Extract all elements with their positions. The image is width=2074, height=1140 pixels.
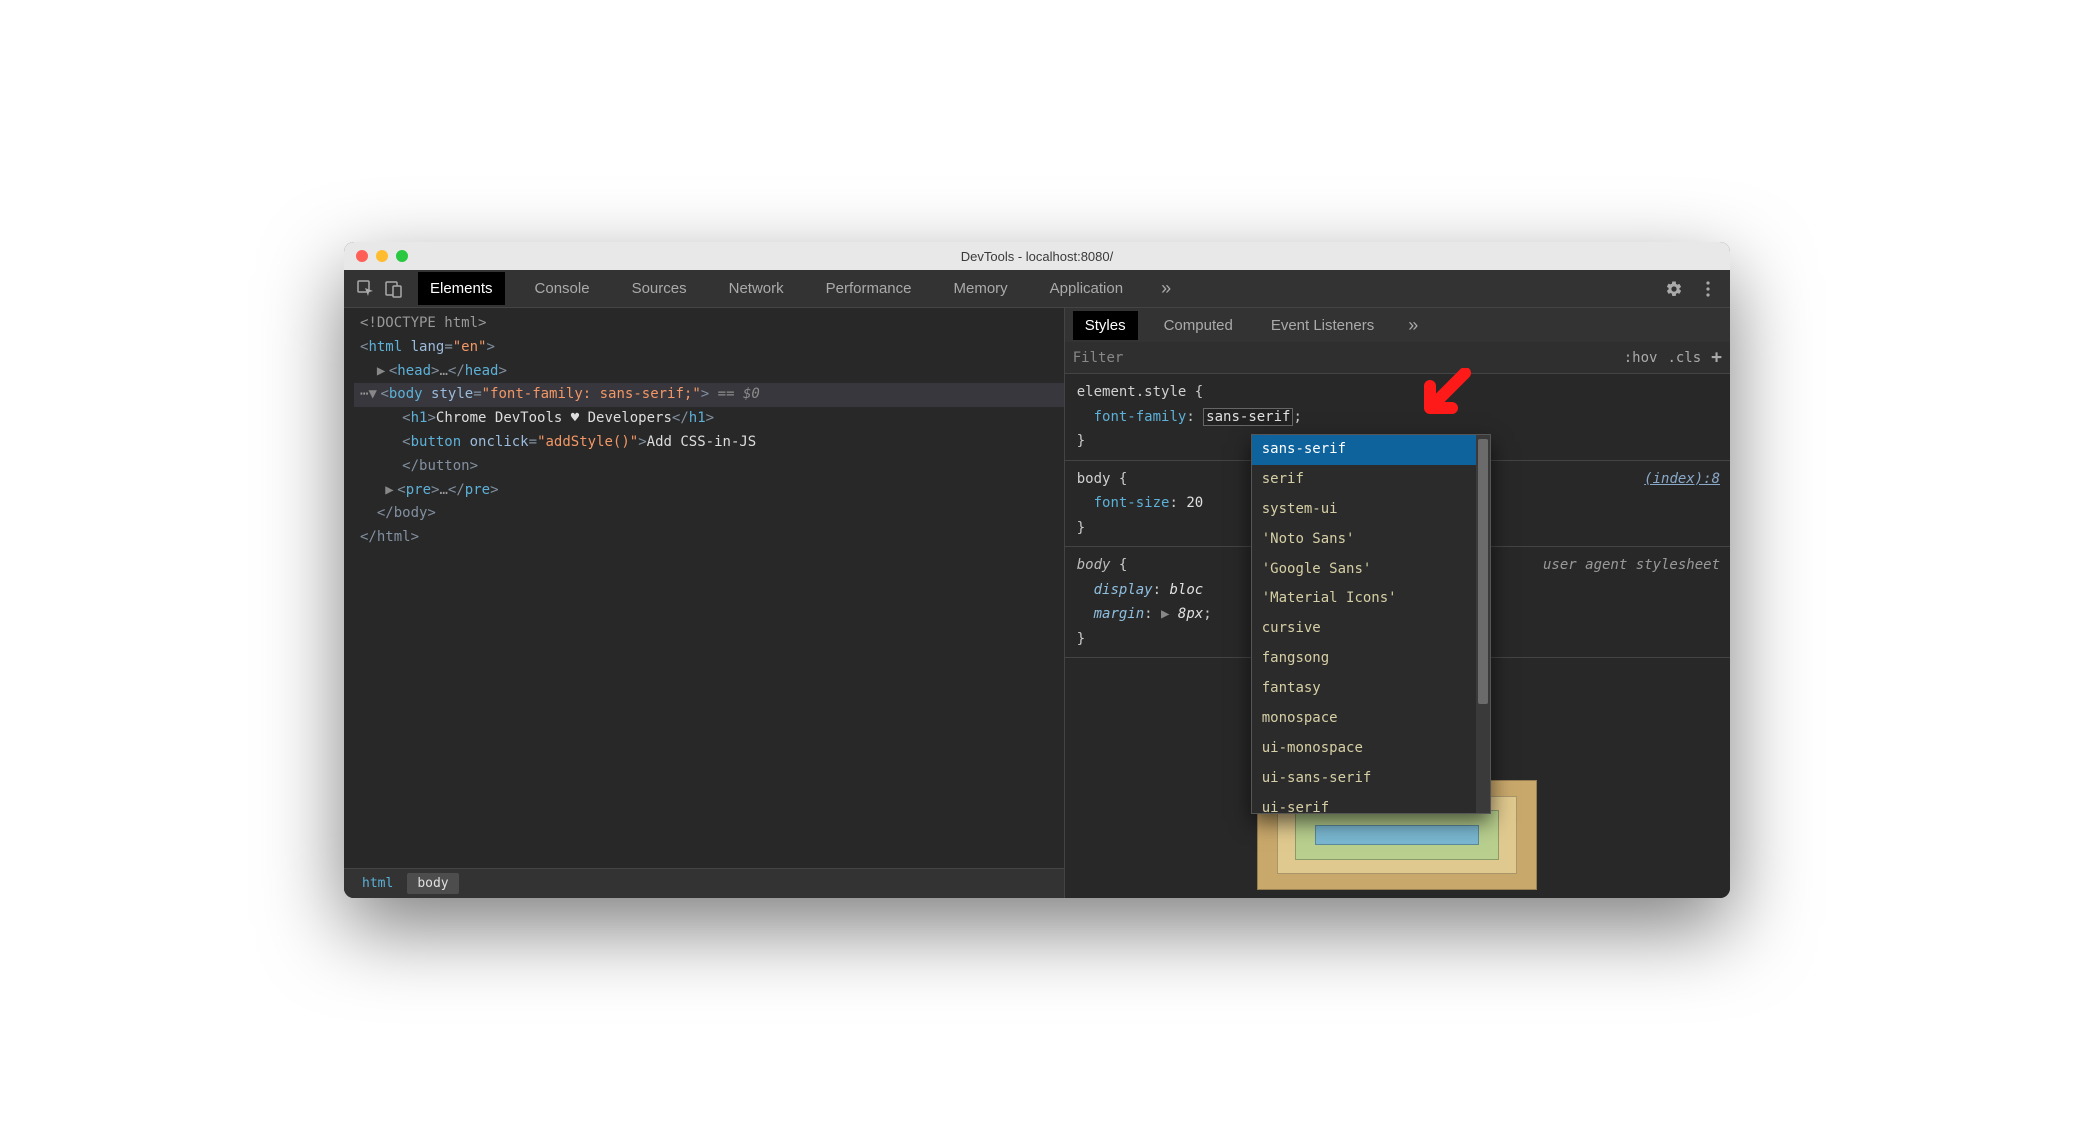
tab-network[interactable]: Network — [717, 272, 796, 305]
titlebar: DevTools - localhost:8080/ — [344, 242, 1730, 270]
styles-tabbar: Styles Computed Event Listeners » — [1065, 308, 1730, 342]
autocomplete-item[interactable]: cursive — [1252, 614, 1476, 644]
rule-selector: body — [1077, 557, 1111, 573]
autocomplete-item[interactable]: fangsong — [1252, 644, 1476, 674]
breadcrumb-body[interactable]: body — [407, 873, 458, 894]
css-prop-margin[interactable]: margin — [1094, 606, 1145, 622]
dom-tree[interactable]: <!DOCTYPE html> <html lang="en"> ▶<head>… — [344, 308, 1064, 868]
css-value[interactable]: 20 — [1186, 495, 1203, 511]
subtab-styles[interactable]: Styles — [1073, 311, 1138, 340]
dom-button-close[interactable]: </button> — [354, 455, 1064, 479]
css-prop-display[interactable]: display — [1094, 582, 1153, 598]
autocomplete-item[interactable]: sans-serif — [1252, 435, 1476, 465]
rule-selector[interactable]: element.style — [1077, 384, 1187, 400]
dom-pre[interactable]: ▶<pre>…</pre> — [354, 479, 1064, 503]
window-title: DevTools - localhost:8080/ — [344, 249, 1730, 264]
main-tabbar: Elements Console Sources Network Perform… — [344, 270, 1730, 308]
css-value-editing[interactable]: sans-serif — [1203, 408, 1293, 426]
css-prop-font-family[interactable]: font-family — [1094, 409, 1187, 425]
dom-head[interactable]: ▶<head>…</head> — [354, 360, 1064, 384]
tab-application[interactable]: Application — [1038, 272, 1135, 305]
breadcrumb-html[interactable]: html — [352, 873, 403, 894]
styles-panel: Styles Computed Event Listeners » :hov .… — [1065, 308, 1730, 898]
autocomplete-item[interactable]: 'Material Icons' — [1252, 584, 1476, 614]
dom-html-open[interactable]: <html lang="en"> — [354, 336, 1064, 360]
tab-elements[interactable]: Elements — [418, 272, 505, 305]
elements-panel: <!DOCTYPE html> <html lang="en"> ▶<head>… — [344, 308, 1065, 898]
new-rule-button[interactable]: + — [1711, 347, 1722, 368]
autocomplete-item[interactable]: ui-monospace — [1252, 734, 1476, 764]
tab-console[interactable]: Console — [523, 272, 602, 305]
css-value[interactable]: 8px — [1178, 606, 1203, 622]
subtab-event-listeners[interactable]: Event Listeners — [1259, 311, 1386, 340]
dom-button-open[interactable]: <button onclick="addStyle()">Add CSS-in-… — [354, 431, 1064, 455]
rule-source-link[interactable]: (index):8 — [1644, 467, 1720, 492]
autocomplete-item[interactable]: system-ui — [1252, 495, 1476, 525]
autocomplete-item[interactable]: monospace — [1252, 704, 1476, 734]
dom-h1[interactable]: <h1>Chrome DevTools ♥ Developers</h1> — [354, 407, 1064, 431]
cls-toggle[interactable]: .cls — [1667, 350, 1701, 366]
hov-toggle[interactable]: :hov — [1624, 350, 1658, 366]
inspect-element-icon[interactable] — [352, 275, 380, 303]
autocomplete-popup: sans-serif serif system-ui 'Noto Sans' '… — [1251, 434, 1491, 814]
settings-gear-icon[interactable] — [1660, 275, 1688, 303]
autocomplete-item[interactable]: 'Google Sans' — [1252, 555, 1476, 585]
main-tabs: Elements Console Sources Network Perform… — [418, 272, 1660, 305]
subtab-more-icon[interactable]: » — [1400, 311, 1426, 340]
content-area: <!DOCTYPE html> <html lang="en"> ▶<head>… — [344, 308, 1730, 898]
dom-body-open[interactable]: ⋯▼<body style="font-family: sans-serif;"… — [354, 383, 1064, 407]
css-value[interactable]: bloc — [1169, 582, 1203, 598]
autocomplete-item[interactable]: 'Noto Sans' — [1252, 525, 1476, 555]
dom-body-close[interactable]: </body> — [354, 502, 1064, 526]
tab-sources[interactable]: Sources — [620, 272, 699, 305]
rule-selector[interactable]: body — [1077, 471, 1111, 487]
more-tabs-icon[interactable]: » — [1153, 274, 1179, 303]
css-prop-font-size[interactable]: font-size — [1094, 495, 1170, 511]
dom-html-close[interactable]: </html> — [354, 526, 1064, 550]
devtools-window: DevTools - localhost:8080/ Elements Cons… — [344, 242, 1730, 898]
autocomplete-item[interactable]: ui-serif — [1252, 794, 1476, 814]
dom-doctype[interactable]: <!DOCTYPE html> — [354, 312, 1064, 336]
autocomplete-item[interactable]: serif — [1252, 465, 1476, 495]
tab-memory[interactable]: Memory — [942, 272, 1020, 305]
kebab-menu-icon[interactable] — [1694, 275, 1722, 303]
autocomplete-item[interactable]: fantasy — [1252, 674, 1476, 704]
device-toggle-icon[interactable] — [380, 275, 408, 303]
autocomplete-scrollbar[interactable] — [1476, 435, 1490, 813]
rule-source-ua: user agent stylesheet — [1543, 553, 1720, 578]
filter-input[interactable] — [1073, 350, 1624, 366]
filter-row: :hov .cls + — [1065, 342, 1730, 374]
subtab-computed[interactable]: Computed — [1152, 311, 1245, 340]
breadcrumb-bar: html body — [344, 868, 1064, 898]
tab-performance[interactable]: Performance — [814, 272, 924, 305]
autocomplete-item[interactable]: ui-sans-serif — [1252, 764, 1476, 794]
